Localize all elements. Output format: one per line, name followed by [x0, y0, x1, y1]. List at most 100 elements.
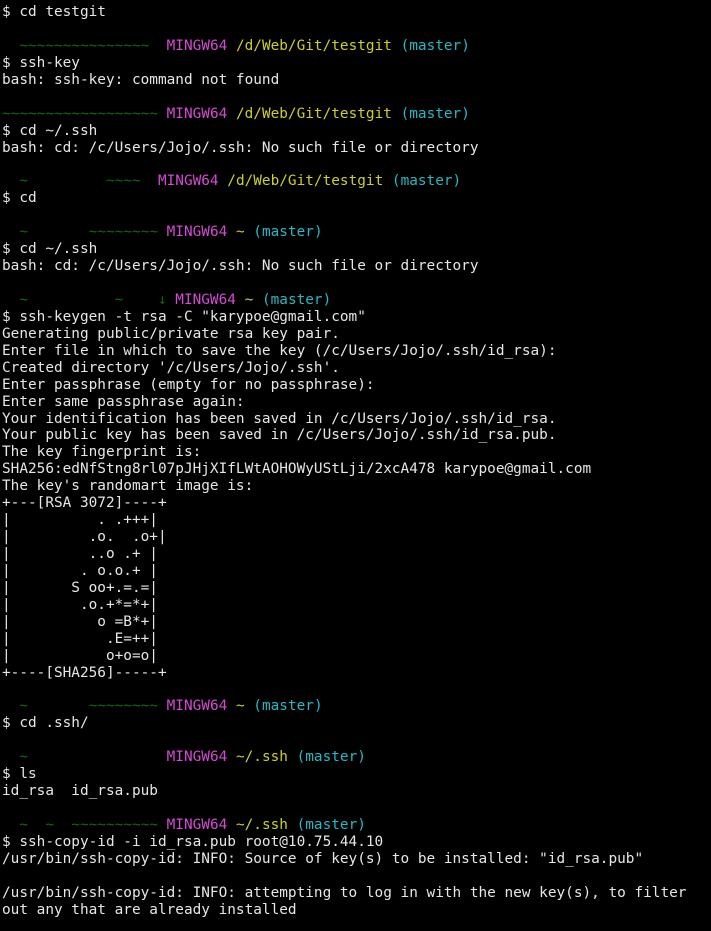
terminal-text-branch: (master) — [261, 291, 332, 308]
terminal-line: +---[RSA 3072]----+ — [2, 495, 711, 512]
terminal-text-path: ~/.ssh — [235, 817, 288, 833]
terminal-line: out any that are already installed — [2, 902, 711, 919]
terminal-window[interactable]: $ cd testgit ~~~~~~~~~~~~~~~ MINGW64 /d/… — [0, 0, 711, 931]
terminal-text-path: ~ — [235, 698, 245, 715]
terminal-line: ~ ~~~~~~~~ MINGW64 ~ (master) — [2, 224, 711, 241]
terminal-text-path: /d/Web/Git/testgit — [235, 37, 392, 54]
terminal-line: | .o.+*=*+| — [2, 597, 711, 614]
terminal-text-branch: (master) — [400, 37, 470, 54]
terminal-text-user: ~ ~~~~ — [2, 173, 158, 190]
terminal-text-text: Enter same passphrase again: — [2, 393, 245, 410]
terminal-text-text — [227, 224, 236, 240]
terminal-line: ~ ~~~~~~~~ MINGW64 ~ (master) — [2, 698, 711, 715]
terminal-text-user: ~~~~~~~~~~~~~~~ — [2, 37, 167, 54]
terminal-text-text — [227, 698, 236, 714]
terminal-line: Generating public/private rsa key pair. — [2, 326, 711, 343]
terminal-line: ~~~~~~~~~~~~~~~ MINGW64 /d/Web/Git/testg… — [2, 38, 711, 55]
terminal-text-text: bash: ssh-key: command not found — [2, 71, 280, 88]
terminal-line: Your identification has been saved in /c… — [2, 411, 711, 428]
terminal-text-text: Your identification has been saved in /c… — [2, 410, 557, 427]
terminal-text-text: /usr/bin/ssh-copy-id: INFO: attempting t… — [2, 884, 687, 901]
terminal-text-branch: (master) — [253, 224, 323, 241]
terminal-text-user: ~ ~ ↓ — [2, 291, 176, 308]
terminal-text-text — [245, 698, 254, 714]
terminal-line: id_rsa id_rsa.pub — [2, 783, 711, 800]
terminal-text-text: | .o. .o+| — [2, 529, 167, 546]
terminal-line: /usr/bin/ssh-copy-id: INFO: Source of ke… — [2, 851, 711, 868]
terminal-text-text: $ ls — [2, 766, 37, 783]
terminal-line: Created directory '/c/Users/Jojo/.ssh'. — [2, 360, 711, 377]
terminal-text-text: | . .+++| — [2, 512, 158, 529]
terminal-text-text: Created directory '/c/Users/Jojo/.ssh'. — [2, 359, 340, 376]
terminal-text-text — [288, 749, 297, 765]
terminal-text-text — [383, 173, 392, 189]
terminal-line: ~ ~ ↓ MINGW64 ~ (master) — [2, 292, 711, 309]
terminal-text-text: | o+o=o| — [2, 647, 158, 664]
terminal-text-text: /usr/bin/ssh-copy-id: INFO: Source of ke… — [2, 850, 644, 867]
terminal-text-text: bash: cd: /c/Users/Jojo/.ssh: No such fi… — [2, 139, 479, 156]
terminal-text-text: id_rsa id_rsa.pub — [2, 783, 158, 800]
terminal-line: | ..o .+ | — [2, 546, 711, 563]
terminal-line: $ cd ~/.ssh — [2, 241, 711, 258]
terminal-text-text: +----[SHA256]-----+ — [2, 664, 167, 681]
terminal-text-text: | .o.+*=*+| — [2, 596, 158, 613]
terminal-text-path: ~ — [244, 291, 254, 308]
terminal-text-branch: (master) — [400, 105, 470, 122]
terminal-text-text: Enter passphrase (empty for no passphras… — [2, 376, 375, 393]
terminal-line: ~ MINGW64 ~/.ssh (master) — [2, 749, 711, 766]
terminal-text-host: MINGW64 — [157, 173, 219, 190]
terminal-text-path: /d/Web/Git/testgit — [235, 105, 392, 122]
terminal-text-path: ~/.ssh — [235, 749, 288, 766]
terminal-text-text: $ cd testgit — [2, 4, 106, 20]
terminal-text-text — [227, 106, 236, 122]
terminal-text-text: $ ssh-key — [2, 54, 80, 71]
terminal-text-text — [227, 38, 236, 54]
terminal-line: The key's randomart image is: — [2, 478, 711, 495]
terminal-text-text — [245, 224, 254, 240]
terminal-text-text — [227, 817, 236, 833]
terminal-line: $ cd .ssh/ — [2, 715, 711, 732]
terminal-line: $ ssh-copy-id -i id_rsa.pub root@10.75.4… — [2, 834, 711, 851]
terminal-text-user: ~~~~~~~~~~~~~~~~~~ — [2, 105, 167, 122]
terminal-text-user: ~ ~~~~~~~~ — [2, 698, 167, 715]
terminal-text-text: Enter file in which to save the key (/c/… — [2, 342, 557, 359]
terminal-line: bash: cd: /c/Users/Jojo/.ssh: No such fi… — [2, 258, 711, 275]
terminal-line: bash: cd: /c/Users/Jojo/.ssh: No such fi… — [2, 140, 711, 157]
terminal-text-text: out any that are already installed — [2, 901, 297, 918]
terminal-text-text: Your public key has been saved in /c/Use… — [2, 427, 557, 444]
terminal-line: | o+o=o| — [2, 648, 711, 665]
terminal-text-host: MINGW64 — [166, 817, 228, 833]
terminal-line: Your public key has been saved in /c/Use… — [2, 427, 711, 444]
terminal-line: +----[SHA256]-----+ — [2, 665, 711, 682]
terminal-text-text — [288, 817, 297, 833]
terminal-text-path: ~ — [235, 224, 245, 241]
terminal-text-branch: (master) — [296, 749, 366, 766]
terminal-text-user: ~ ~ ~~~~~~~~~~ — [2, 817, 167, 833]
terminal-line: ~ ~ ~~~~~~~~~~ MINGW64 ~/.ssh (master) — [2, 817, 711, 834]
terminal-text-text — [227, 749, 236, 765]
terminal-text-text: The key's randomart image is: — [2, 478, 254, 495]
terminal-line: | .o. .o+| — [2, 529, 711, 546]
terminal-text-text: $ cd .ssh/ — [2, 715, 89, 732]
terminal-text-host: MINGW64 — [166, 749, 228, 766]
terminal-text-branch: (master) — [296, 817, 366, 833]
terminal-text-host: MINGW64 — [166, 698, 228, 715]
terminal-line: $ cd — [2, 190, 711, 207]
terminal-text-text: | o =B*+| — [2, 613, 158, 630]
terminal-text-text — [392, 106, 401, 122]
terminal-line: Enter passphrase (empty for no passphras… — [2, 377, 711, 394]
terminal-line: $ cd testgit — [2, 4, 711, 21]
terminal-text-text: bash: cd: /c/Users/Jojo/.ssh: No such fi… — [2, 258, 479, 275]
terminal-text-host: MINGW64 — [166, 105, 228, 122]
terminal-text-text: +---[RSA 3072]----+ — [2, 495, 167, 512]
terminal-line: /usr/bin/ssh-copy-id: INFO: attempting t… — [2, 885, 711, 902]
